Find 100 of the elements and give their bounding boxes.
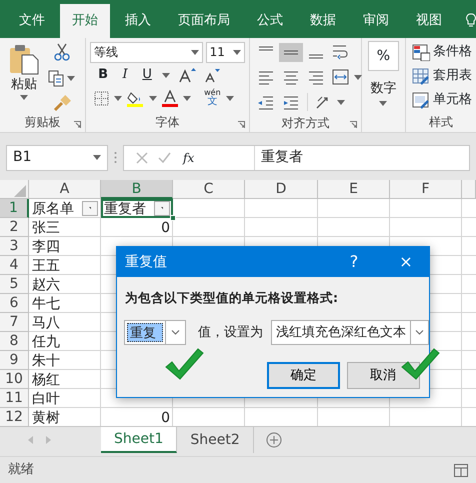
paste-label[interactable]: 粘贴 xyxy=(11,75,37,94)
ribbon-tab[interactable]: 数据 xyxy=(298,4,348,38)
paste-icon[interactable] xyxy=(9,43,39,75)
dialog-launcher-icon[interactable] xyxy=(238,121,246,128)
scissors-icon[interactable] xyxy=(54,43,70,61)
row-header[interactable]: 10 xyxy=(0,370,29,389)
wrap-text-icon[interactable] xyxy=(332,44,350,60)
checkmark-icon xyxy=(164,347,204,381)
increase-font-icon[interactable] xyxy=(178,67,196,83)
increase-indent-icon[interactable] xyxy=(282,94,300,110)
row-header[interactable]: 11 xyxy=(0,389,29,408)
dialog-launcher-icon[interactable] xyxy=(350,121,358,128)
row-header[interactable]: 5 xyxy=(0,275,29,294)
row-header[interactable]: 2 xyxy=(0,218,29,237)
page-layout-icon[interactable] xyxy=(454,464,468,476)
borders-icon[interactable] xyxy=(94,90,110,106)
font-size-field[interactable]: 11 xyxy=(206,42,246,62)
column-header[interactable]: D xyxy=(245,180,318,199)
format-painter-icon[interactable] xyxy=(52,95,70,112)
dialog-button[interactable]: 确定 xyxy=(267,362,340,389)
column-header[interactable]: A xyxy=(29,180,101,199)
row-header[interactable]: 3 xyxy=(0,237,29,256)
percent-button[interactable]: % xyxy=(368,41,399,71)
column-header[interactable]: E xyxy=(318,180,390,199)
dialog-button[interactable]: 取消 xyxy=(346,362,420,389)
ribbon-tab[interactable]: 插入 xyxy=(113,4,163,38)
decrease-indent-icon[interactable] xyxy=(257,94,276,110)
decrease-font-icon[interactable] xyxy=(204,67,220,83)
lightbulb-icon[interactable] xyxy=(466,13,476,29)
bold-button[interactable]: B xyxy=(96,65,110,85)
phonetic-button[interactable]: wén 文 xyxy=(204,89,221,107)
align-center-icon[interactable] xyxy=(282,68,300,86)
align-right-icon[interactable] xyxy=(307,68,326,86)
caret-icon[interactable] xyxy=(149,96,158,100)
name-box[interactable]: B1 xyxy=(6,144,108,170)
copy-icon[interactable] xyxy=(48,70,64,86)
dialog-prompt: 为包含以下类型值的单元格设置格式: xyxy=(125,289,339,307)
table-cell: 黄树 xyxy=(32,408,60,426)
caret-icon[interactable] xyxy=(415,330,424,335)
ribbon-tab[interactable]: 页面布局 xyxy=(166,4,242,38)
caret-icon[interactable] xyxy=(379,100,388,106)
italic-button[interactable]: I xyxy=(118,65,132,85)
caret-icon[interactable] xyxy=(354,74,362,80)
table-cell: 0 xyxy=(161,408,170,426)
insert-function-button[interactable]: fx xyxy=(183,148,194,166)
style-menu-item[interactable]: 单元格 xyxy=(412,89,472,111)
grip-icon xyxy=(114,151,117,164)
ribbon-tab[interactable]: 文件 xyxy=(7,4,57,38)
sheet-tab[interactable]: Sheet1 xyxy=(101,427,178,453)
row-header[interactable]: 9 xyxy=(0,351,29,370)
caret-icon[interactable] xyxy=(183,96,192,100)
help-button[interactable]: ? xyxy=(337,247,371,277)
caret-icon[interactable] xyxy=(337,100,346,104)
cell-styles-icon xyxy=(412,92,430,108)
caret-icon[interactable] xyxy=(171,330,180,335)
table-cell: 白叶 xyxy=(32,390,60,408)
style-menu-item[interactable]: 套用表 xyxy=(412,65,472,87)
table-cell: 张三 xyxy=(32,218,60,236)
close-button[interactable]: × xyxy=(389,247,423,277)
font-name-field[interactable]: 等线 xyxy=(90,42,203,62)
caret-icon[interactable] xyxy=(233,50,242,54)
ribbon-tab[interactable]: 审阅 xyxy=(351,4,401,38)
underline-button[interactable]: U xyxy=(140,65,154,85)
caret-icon[interactable] xyxy=(190,50,199,54)
ribbon-tab[interactable]: 公式 xyxy=(245,4,295,38)
caret-icon[interactable] xyxy=(20,94,28,100)
column-header[interactable]: B xyxy=(101,180,173,199)
column-header[interactable]: C xyxy=(173,180,245,199)
fill-handle[interactable] xyxy=(170,215,176,221)
cell-selection[interactable]: 重复者 xyxy=(101,199,173,218)
value-type-dropdown[interactable]: 重复 xyxy=(124,320,186,345)
format-dropdown[interactable]: 浅红填充色深红色文本 xyxy=(271,320,429,345)
row-header[interactable]: 7 xyxy=(0,313,29,332)
table-cell: 赵六 xyxy=(32,276,60,294)
table-cell: 李四 xyxy=(32,238,60,256)
column-header[interactable]: F xyxy=(390,180,462,199)
row-header[interactable]: 6 xyxy=(0,294,29,313)
row-header[interactable]: 8 xyxy=(0,332,29,351)
align-left-icon[interactable] xyxy=(257,68,276,86)
row-header[interactable]: 12 xyxy=(0,408,29,427)
ribbon-tab[interactable]: 视图 xyxy=(404,4,454,38)
add-sheet-icon[interactable] xyxy=(266,432,282,448)
group-label: 对齐方式 xyxy=(282,114,330,132)
caret-icon[interactable] xyxy=(93,155,101,160)
font-color-icon[interactable] xyxy=(162,90,178,106)
caret-icon[interactable] xyxy=(226,96,234,100)
caret-icon[interactable] xyxy=(162,72,170,78)
table-cell: 朱十 xyxy=(32,352,60,370)
style-menu-item[interactable]: 条件格 xyxy=(412,41,472,63)
caret-icon[interactable] xyxy=(67,76,75,80)
number-label[interactable]: 数字 xyxy=(370,79,396,98)
row-header[interactable]: 4 xyxy=(0,256,29,275)
dialog-launcher-icon[interactable] xyxy=(74,121,82,128)
row-header[interactable]: 1 xyxy=(0,199,29,218)
sheet-tab[interactable]: Sheet2 xyxy=(177,427,254,453)
caret-icon[interactable] xyxy=(114,96,122,100)
ribbon-tab[interactable]: 开始 xyxy=(60,4,110,38)
fill-color-icon[interactable] xyxy=(127,90,144,106)
formula-field[interactable]: 重复者 xyxy=(254,146,469,170)
merge-cells-icon[interactable] xyxy=(332,68,350,86)
